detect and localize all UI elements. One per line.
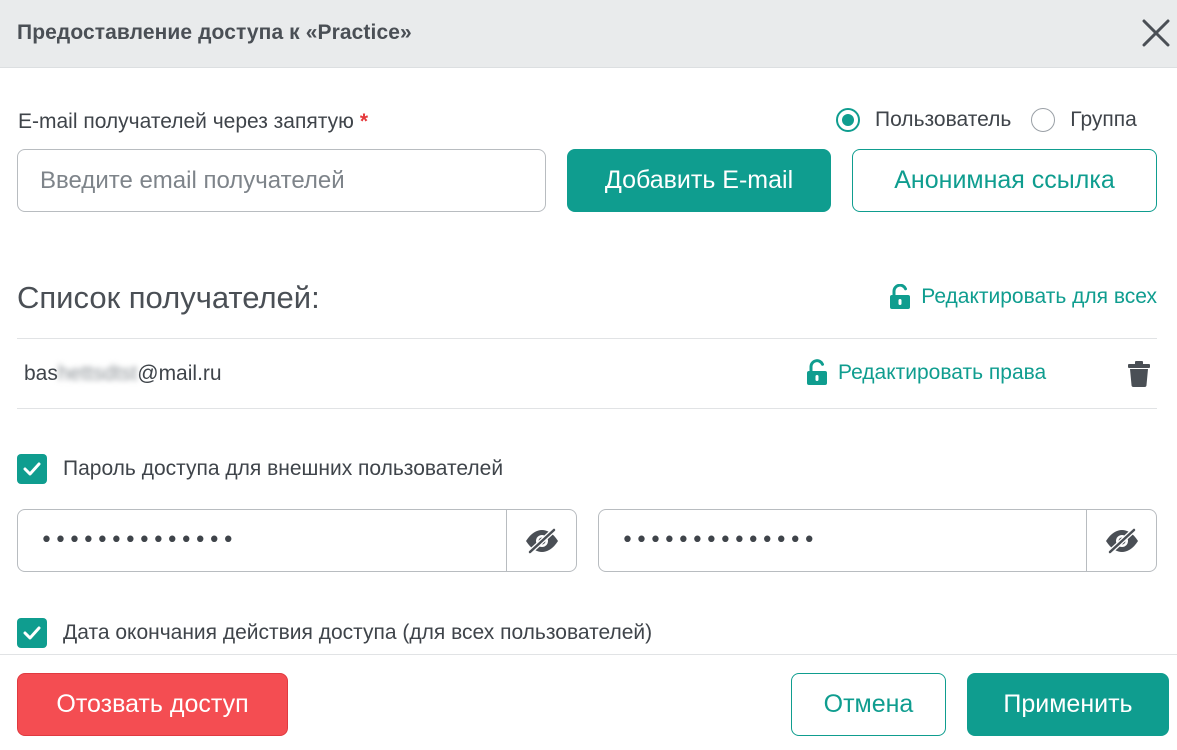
radio-group[interactable]: Группа [1031, 108, 1137, 132]
expiry-checkbox-label: Дата окончания действия доступа (для все… [63, 621, 653, 644]
recipient-email-end: @mail.ru [137, 362, 222, 385]
recipient-email: bashettsdtst@mail.ru [24, 362, 222, 386]
email-label-text: E-mail получателей через запятую [18, 110, 354, 133]
checkmark-icon [23, 626, 41, 640]
checkmark-icon [23, 462, 41, 476]
cancel-button[interactable]: Отмена [791, 673, 946, 736]
radio-user[interactable]: Пользователь [836, 108, 1011, 132]
password-confirm-field[interactable] [599, 510, 1086, 571]
revoke-access-button[interactable]: Отозвать доступ [17, 673, 288, 736]
recipient-type-radio-group: Пользователь Группа [836, 108, 1137, 132]
edit-all-label: Редактировать для всех [921, 285, 1157, 308]
password-checkbox-label: Пароль доступа для внешних пользователей [63, 457, 504, 480]
recipient-row: bashettsdtst@mail.ru Редактировать права [17, 339, 1157, 408]
trash-icon[interactable] [1127, 361, 1151, 387]
required-mark: * [359, 110, 369, 133]
eye-slash-icon [525, 527, 558, 554]
recipient-email-redacted: hettsdtst [57, 362, 138, 385]
share-access-dialog: Предоставление доступа к «Practice» E-ma… [0, 0, 1177, 750]
recipients-list-title: Список получателей: [17, 280, 320, 315]
password-field[interactable] [18, 510, 506, 571]
eye-slash-icon [1105, 527, 1138, 554]
radio-user-circle[interactable] [836, 108, 860, 132]
recipient-email-start: bas [24, 362, 58, 385]
password-visibility-toggle[interactable] [506, 510, 576, 571]
password-field-group [17, 509, 577, 572]
email-field-label: E-mail получателей через запятую * [18, 110, 368, 134]
edit-rights-label: Редактировать права [838, 360, 1047, 384]
edit-all-link[interactable]: Редактировать для всех [889, 284, 1157, 310]
unlock-icon [890, 284, 911, 309]
apply-button[interactable]: Применить [967, 673, 1169, 736]
expiry-checkbox[interactable] [17, 618, 47, 648]
close-icon[interactable] [1139, 16, 1173, 50]
dialog-title: Предоставление доступа к «Practice» [17, 21, 412, 44]
password-confirm-visibility-toggle[interactable] [1086, 510, 1156, 571]
email-input[interactable] [17, 149, 546, 212]
password-confirm-field-group [598, 509, 1157, 572]
list-bottom-divider [17, 408, 1157, 409]
dialog-header: Предоставление доступа к «Practice» [0, 0, 1177, 68]
footer-divider [0, 654, 1177, 655]
edit-rights-link[interactable]: Редактировать права [806, 359, 1046, 386]
unlock-icon [807, 359, 827, 385]
password-checkbox-row[interactable]: Пароль доступа для внешних пользователей [17, 454, 503, 484]
radio-user-label: Пользователь [875, 108, 1012, 131]
radio-group-label: Группа [1070, 108, 1137, 131]
password-checkbox[interactable] [17, 454, 47, 484]
expiry-checkbox-row[interactable]: Дата окончания действия доступа (для все… [17, 618, 652, 648]
radio-group-circle[interactable] [1031, 108, 1056, 132]
anonymous-link-button[interactable]: Анонимная ссылка [852, 149, 1157, 212]
add-email-button[interactable]: Добавить E-mail [567, 149, 831, 212]
